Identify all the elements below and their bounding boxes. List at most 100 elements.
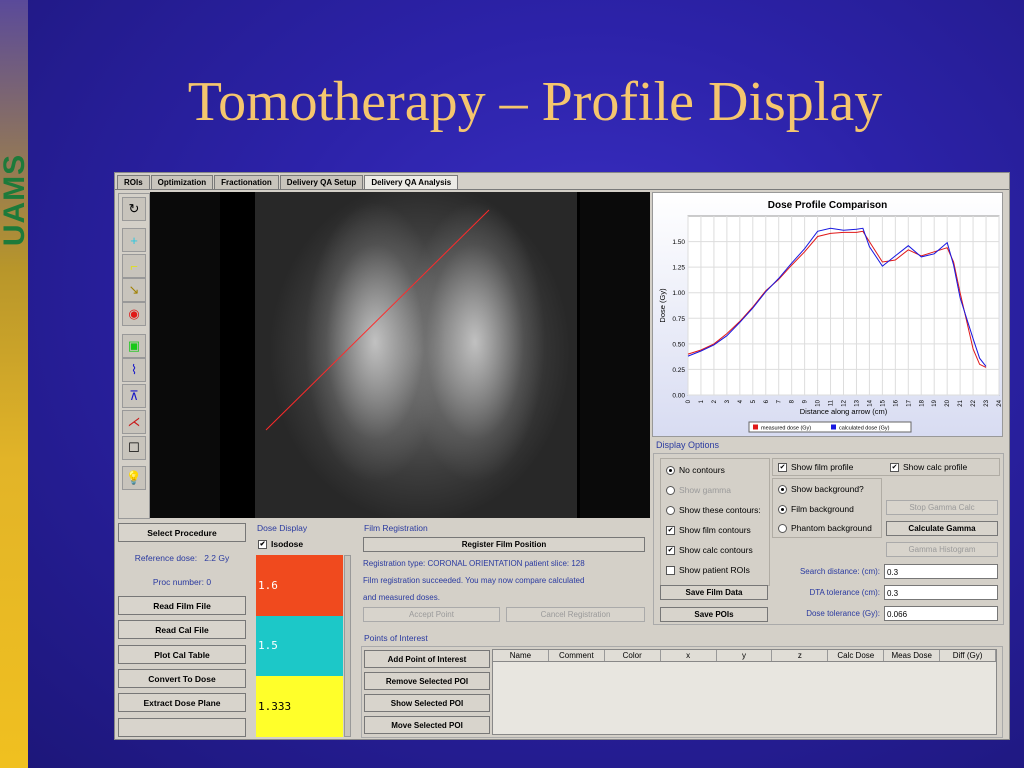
- profile-diagonal-icon[interactable]: ⋌: [122, 410, 146, 434]
- registration-status-text: Film registration succeeded. You may now…: [363, 576, 585, 585]
- isodose-checkbox[interactable]: ✔ Isodose: [258, 539, 303, 549]
- x-tick-label: 21: [958, 399, 964, 406]
- dose-tolerance-label: Dose tolerance (Gy):: [806, 609, 880, 618]
- dta-tolerance-label: DTA tolerance (cm):: [809, 588, 880, 597]
- poi-column-header[interactable]: Comment: [549, 650, 605, 661]
- registration-type-text: Registration type: CORONAL ORIENTATION p…: [363, 559, 585, 568]
- poi-title: Points of Interest: [364, 633, 428, 643]
- x-axis-label: Distance along arrow (cm): [800, 407, 888, 416]
- isodose-band: 1.333: [256, 676, 343, 737]
- x-tick-label: 24: [997, 399, 1002, 406]
- search-distance-field[interactable]: 0.3: [884, 564, 998, 579]
- poi-column-header[interactable]: Name: [493, 650, 549, 661]
- show-these-contours-radio[interactable]: Show these contours:: [666, 505, 761, 515]
- accept-point-button[interactable]: Accept Point: [363, 607, 500, 622]
- x-tick-label: 12: [842, 399, 848, 406]
- tab-delivery-qa-analysis[interactable]: Delivery QA Analysis: [364, 175, 459, 190]
- chart-title: Dose Profile Comparison: [768, 200, 887, 211]
- isodose-band: 1.5: [256, 616, 343, 676]
- poi-column-header[interactable]: x: [661, 650, 717, 661]
- crosshair-tool-icon[interactable]: +: [122, 228, 146, 252]
- app-window: ROIs Optimization Fractionation Delivery…: [114, 172, 1010, 740]
- x-tick-label: 13: [854, 399, 860, 406]
- film-image-viewer[interactable]: [150, 192, 650, 518]
- x-tick-label: 20: [945, 399, 951, 406]
- show-film-profile-checkbox[interactable]: ✔ Show film profile: [778, 462, 853, 472]
- tab-delivery-qa-setup[interactable]: Delivery QA Setup: [279, 175, 364, 189]
- poi-column-header[interactable]: z: [772, 650, 829, 661]
- dose-tolerance-field[interactable]: 0.066: [884, 606, 998, 621]
- show-background-radio[interactable]: Show background?: [778, 484, 864, 494]
- isodose-band: 1.6: [256, 555, 343, 616]
- x-tick-label: 18: [919, 399, 925, 406]
- poi-column-header[interactable]: Meas Dose: [884, 650, 941, 661]
- y-tick-label: 1.50: [672, 239, 685, 246]
- rotate-tool-icon[interactable]: ↻: [122, 197, 146, 221]
- film-background-radio[interactable]: Film background: [778, 504, 854, 514]
- poi-table[interactable]: Name Comment Color x y z Calc Dose Meas Dose Dif…: [492, 649, 997, 735]
- convert-to-dose-button[interactable]: Convert To Dose: [118, 669, 246, 688]
- show-patient-rois-checkbox[interactable]: Show patient ROIs: [666, 565, 750, 575]
- registration-status-text-2: and measured doses.: [363, 593, 440, 602]
- add-poi-button[interactable]: Add Point of Interest: [364, 650, 490, 668]
- x-tick-label: 10: [816, 399, 822, 406]
- legend-swatch: [753, 424, 758, 430]
- show-poi-button[interactable]: Show Selected POI: [364, 694, 490, 712]
- profile-arrow[interactable]: [150, 192, 650, 518]
- roi-tool-icon[interactable]: ◉: [122, 302, 146, 326]
- show-film-contours-checkbox[interactable]: ✔ Show film contours: [666, 525, 751, 535]
- arrow-tool-icon[interactable]: ↘: [122, 278, 146, 302]
- tab-rois[interactable]: ROIs: [117, 175, 150, 189]
- poi-column-header[interactable]: Calc Dose: [828, 650, 885, 661]
- dose-display-title: Dose Display: [257, 523, 308, 533]
- y-tick-label: 0.50: [672, 341, 685, 348]
- save-film-data-button[interactable]: Save Film Data: [660, 585, 768, 600]
- isodose-scrollbar[interactable]: [344, 555, 351, 737]
- profile-vertical-icon[interactable]: ⊼: [122, 384, 146, 408]
- select-procedure-button[interactable]: Select Procedure: [118, 523, 246, 542]
- corner-tool-icon[interactable]: ⌐: [122, 254, 146, 278]
- save-pois-button[interactable]: Save POIs: [660, 607, 768, 622]
- y-tick-label: 0.75: [672, 316, 685, 323]
- reference-dose-info: Reference dose: 2.2 Gy: [134, 553, 230, 563]
- dta-tolerance-field[interactable]: 0.3: [884, 585, 998, 600]
- stop-gamma-calc-button[interactable]: Stop Gamma Calc: [886, 500, 998, 515]
- read-film-file-button[interactable]: Read Film File: [118, 596, 246, 615]
- no-contours-radio[interactable]: No contours: [666, 465, 725, 475]
- y-tick-label: 0.25: [672, 367, 685, 374]
- plot-cal-table-button[interactable]: Plot Cal Table: [118, 645, 246, 664]
- poi-table-header: Name Comment Color x y z Calc Dose Meas Dose Dif…: [493, 650, 997, 662]
- tab-optimization[interactable]: Optimization: [150, 175, 214, 189]
- show-calc-profile-checkbox[interactable]: ✔ Show calc profile: [890, 462, 967, 472]
- display-options-title: Display Options: [656, 440, 720, 450]
- gamma-histogram-button[interactable]: Gamma Histogram: [886, 542, 998, 557]
- cancel-registration-button[interactable]: Cancel Registration: [506, 607, 645, 622]
- light-icon[interactable]: 💡: [122, 466, 146, 490]
- register-film-position-button[interactable]: Register Film Position: [363, 537, 645, 552]
- show-gamma-radio[interactable]: Show gamma: [666, 485, 731, 495]
- chart-svg: 0.000.250.500.751.001.251.500 1 2 3 4 5 6 7 8 9 10…: [653, 193, 1003, 436]
- proc-number-info: Proc number: 0: [152, 577, 212, 587]
- legend-label: measured dose (Gy): [761, 426, 811, 432]
- square-tool-icon[interactable]: ▣: [122, 334, 146, 358]
- phantom-background-radio[interactable]: Phantom background: [778, 523, 872, 533]
- x-tick-label: 11: [829, 399, 835, 406]
- read-cal-file-button[interactable]: Read Cal File: [118, 620, 246, 639]
- extract-dose-plane-button[interactable]: Extract Dose Plane: [118, 693, 246, 712]
- film-registration-title: Film Registration: [364, 523, 428, 533]
- poi-column-header[interactable]: Color: [605, 650, 661, 661]
- box-tool-icon[interactable]: ☐: [122, 436, 146, 460]
- poi-column-header[interactable]: Diff (Gy): [940, 650, 997, 661]
- show-calc-contours-checkbox[interactable]: ✔ Show calc contours: [666, 545, 753, 555]
- y-tick-label: 1.25: [672, 265, 685, 272]
- legend-swatch: [831, 424, 836, 430]
- empty-button[interactable]: [118, 718, 246, 737]
- x-tick-label: 14: [867, 399, 873, 406]
- calculate-gamma-button[interactable]: Calculate Gamma: [886, 521, 998, 536]
- y-tick-label: 0.00: [672, 393, 685, 400]
- tab-fractionation[interactable]: Fractionation: [214, 175, 279, 189]
- poi-column-header[interactable]: y: [717, 650, 773, 661]
- profile-horizontal-icon[interactable]: ⌇: [122, 358, 146, 382]
- remove-poi-button[interactable]: Remove Selected POI: [364, 672, 490, 690]
- move-poi-button[interactable]: Move Selected POI: [364, 716, 490, 734]
